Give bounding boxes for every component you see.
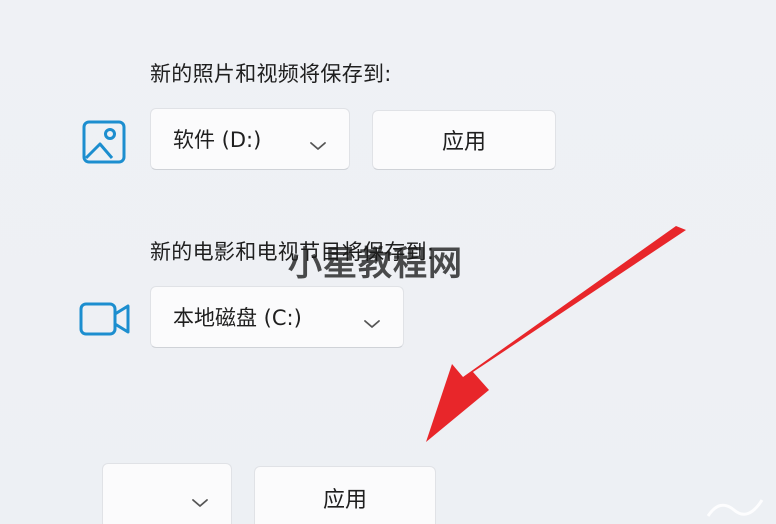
photos-drive-value: 软件 (D:) — [173, 128, 262, 152]
image-icon — [80, 118, 128, 170]
photos-apply-button[interactable]: 应用 — [372, 110, 556, 170]
chevron-down-icon — [309, 133, 327, 150]
corner-watermark-mark — [706, 499, 764, 517]
video-camera-icon — [78, 298, 132, 344]
next-apply-button[interactable]: 应用 — [254, 466, 436, 524]
settings-panel: 新的照片和视频将保存到: 软件 (D:) 应用 新的电影和电视节目将保存到: 本… — [0, 0, 776, 524]
chevron-down-icon — [191, 490, 209, 507]
chevron-down-icon — [363, 311, 381, 328]
movies-drive-value: 本地磁盘 (C:) — [173, 306, 302, 330]
movies-save-location-label: 新的电影和电视节目将保存到: — [150, 240, 435, 264]
photos-save-location-label: 新的照片和视频将保存到: — [150, 62, 392, 86]
photos-drive-dropdown[interactable]: 软件 (D:) — [150, 108, 350, 170]
next-drive-dropdown[interactable] — [102, 463, 232, 524]
movies-drive-dropdown[interactable]: 本地磁盘 (C:) — [150, 286, 404, 348]
